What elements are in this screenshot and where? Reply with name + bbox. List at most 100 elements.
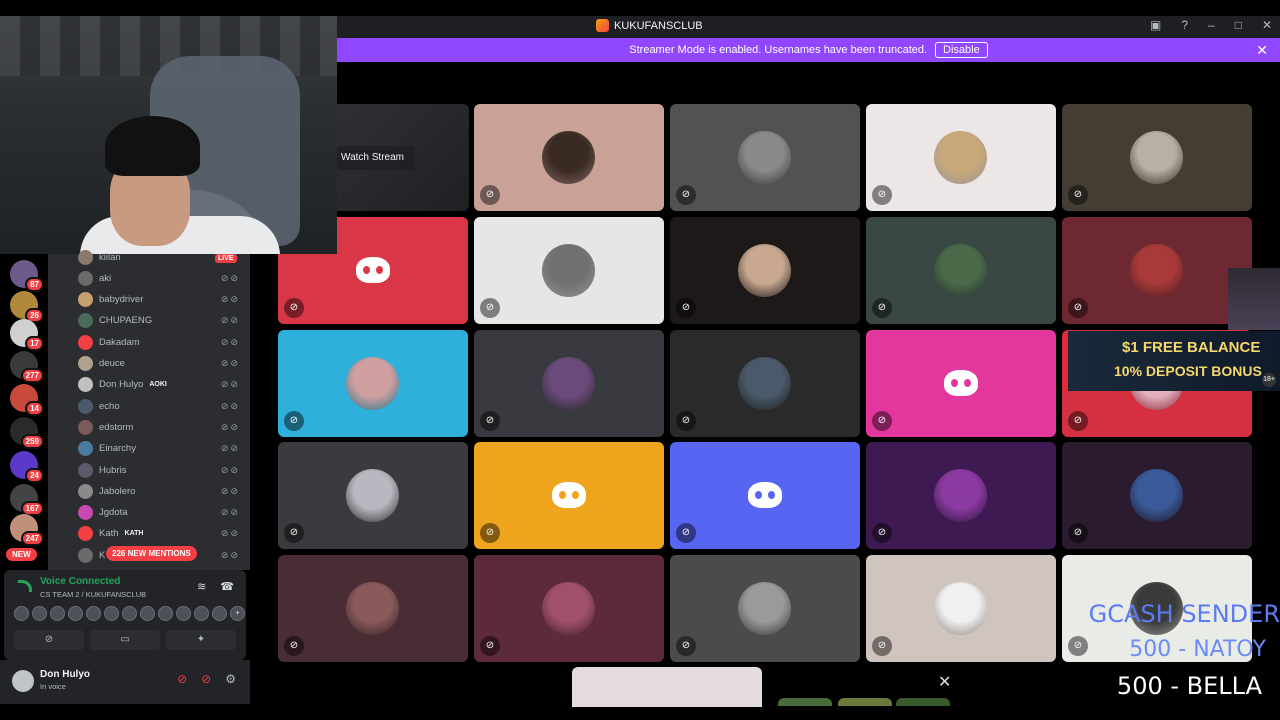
participant-tile[interactable]: ⊘ — [474, 555, 664, 662]
participant-tile[interactable]: ⊘ — [670, 217, 860, 324]
activity-avatar[interactable] — [176, 606, 191, 621]
close-window-icon[interactable]: ✕ — [1262, 18, 1272, 32]
muted-deafened-icons: ⊘⊘ — [220, 379, 240, 390]
participant-tile[interactable]: ⊘ — [474, 104, 664, 211]
participant-tile[interactable]: ⊘ — [278, 442, 468, 549]
signal-icon[interactable] — [18, 580, 32, 592]
voice-member[interactable]: edstorm ⊘⊘ — [78, 418, 240, 436]
donation-entry: 500 - NATOY — [1129, 637, 1266, 662]
voice-member[interactable]: Hubris ⊘⊘ — [78, 461, 240, 479]
new-badge[interactable]: NEW — [6, 548, 37, 561]
activity-avatar[interactable] — [104, 606, 119, 621]
noise-suppression-icon[interactable]: ≋ — [197, 580, 206, 593]
unread-count-badge: 87 — [25, 277, 44, 292]
participant-tile[interactable]: ⊘ — [866, 217, 1056, 324]
voice-member[interactable]: babydriver ⊘⊘ — [78, 291, 240, 309]
settings-gear-icon[interactable]: ⚙ — [225, 672, 236, 686]
camera-button[interactable]: ⊘ — [14, 630, 84, 650]
participant-thumbnail[interactable] — [838, 698, 892, 706]
minimize-icon[interactable]: – — [1208, 18, 1215, 32]
voice-member[interactable]: aki ⊘⊘ — [78, 269, 240, 287]
participant-thumbnail[interactable] — [896, 698, 950, 706]
voice-channel-name[interactable]: CS TEAM 2 / KUKUFANSCLUB — [40, 590, 146, 599]
activity-avatar[interactable] — [86, 606, 101, 621]
muted-mic-icon: ⊘ — [872, 523, 892, 543]
voice-member[interactable]: Dakadam ⊘⊘ — [78, 333, 240, 351]
unread-count-badge: 277 — [20, 368, 44, 383]
participant-avatar — [542, 131, 595, 184]
activity-avatar[interactable] — [212, 606, 227, 621]
activity-avatar[interactable] — [32, 606, 47, 621]
participant-tile[interactable]: ⊘ — [278, 555, 468, 662]
inbox-icon[interactable]: ▣ — [1150, 18, 1161, 32]
server-icon[interactable]: 14 — [10, 384, 44, 416]
voice-member[interactable]: Jabolero ⊘⊘ — [78, 482, 240, 500]
add-activity-button[interactable]: + — [230, 606, 245, 621]
activity-avatar[interactable] — [140, 606, 155, 621]
participant-tile[interactable]: ⊘ — [670, 442, 860, 549]
server-icon[interactable]: 17 — [10, 319, 44, 351]
participant-tile[interactable]: ⊘ — [670, 330, 860, 437]
voice-member[interactable]: Jgdota ⊘⊘ — [78, 504, 240, 522]
user-avatar[interactable] — [12, 670, 34, 692]
close-banner-icon[interactable]: ✕ — [1256, 42, 1268, 59]
participant-tile[interactable]: ⊘ — [474, 330, 664, 437]
participant-tile[interactable]: ⊘ — [866, 330, 1056, 437]
participant-tile[interactable]: ⊘ — [866, 442, 1056, 549]
user-name[interactable]: Don Hulyo — [40, 669, 90, 680]
participant-avatar — [346, 582, 399, 635]
server-icon[interactable]: 26 — [10, 291, 44, 323]
server-icon[interactable]: 259 — [10, 417, 44, 449]
activity-avatar[interactable] — [68, 606, 83, 621]
voice-member[interactable]: Einarchy ⊘⊘ — [78, 440, 240, 458]
participant-tile[interactable]: ⊘ — [670, 555, 860, 662]
voice-member[interactable]: Don Hulyo AOKI ⊘⊘ — [78, 376, 240, 394]
discord-logo-icon — [748, 482, 782, 508]
discord-logo-eyes — [951, 379, 971, 387]
mute-icon[interactable]: ⊘ — [177, 672, 187, 686]
participant-tile[interactable]: ⊘ — [670, 104, 860, 211]
focused-tile-preview[interactable] — [572, 667, 762, 707]
watch-stream-button[interactable]: Watch Stream — [337, 146, 415, 170]
participant-tile[interactable]: ⊘ — [866, 104, 1056, 211]
server-icon[interactable]: 24 — [10, 451, 44, 483]
activity-avatar[interactable] — [14, 606, 29, 621]
activity-avatar[interactable] — [50, 606, 65, 621]
deafen-icon[interactable]: ⊘ — [201, 672, 211, 686]
member-avatar — [78, 419, 93, 435]
server-icon[interactable]: 87 — [10, 260, 44, 292]
voice-member[interactable]: Kath KATH ⊘⊘ — [78, 525, 240, 543]
participant-tile[interactable]: ⊘ — [474, 442, 664, 549]
participant-avatar — [1130, 131, 1183, 184]
disable-streamer-mode-button[interactable]: Disable — [935, 42, 988, 58]
voice-member[interactable]: echo ⊘⊘ — [78, 397, 240, 415]
stream-tile[interactable]: Watch Stream — [337, 104, 469, 211]
activities-button[interactable]: ✦ — [166, 630, 236, 650]
participant-tile[interactable]: ⊘ — [1062, 104, 1252, 211]
participant-thumbnail[interactable] — [778, 698, 832, 706]
member-name: aki — [99, 272, 112, 284]
voice-member[interactable]: deuce ⊘⊘ — [78, 355, 240, 373]
voice-member[interactable]: CHUPAENG ⊘⊘ — [78, 312, 240, 330]
participant-tile[interactable]: ⊘ — [1062, 217, 1252, 324]
server-icon[interactable]: 277 — [10, 351, 44, 383]
participant-tile[interactable]: ⊘ — [278, 330, 468, 437]
activity-avatar[interactable] — [194, 606, 209, 621]
member-avatar — [78, 398, 93, 414]
new-mentions-pill[interactable]: 226 NEW MENTIONS — [106, 546, 197, 561]
participant-tile[interactable]: ⊘ — [1062, 442, 1252, 549]
participant-avatar — [542, 357, 595, 410]
participant-tile[interactable]: ⊘ — [474, 217, 664, 324]
maximize-icon[interactable]: □ — [1235, 18, 1242, 32]
close-preview-icon[interactable]: ✕ — [938, 672, 951, 692]
activity-avatar[interactable] — [158, 606, 173, 621]
server-icon[interactable]: 167 — [10, 484, 44, 516]
streamer-hair — [105, 116, 200, 176]
disconnect-icon[interactable]: ☎ — [220, 580, 234, 593]
help-icon[interactable]: ? — [1181, 18, 1188, 32]
participant-tile[interactable]: ⊘ — [866, 555, 1056, 662]
member-avatar — [78, 526, 93, 542]
server-icon[interactable]: 247 — [10, 514, 44, 546]
screen-share-button[interactable]: ▭ — [90, 630, 160, 650]
activity-avatar[interactable] — [122, 606, 137, 621]
